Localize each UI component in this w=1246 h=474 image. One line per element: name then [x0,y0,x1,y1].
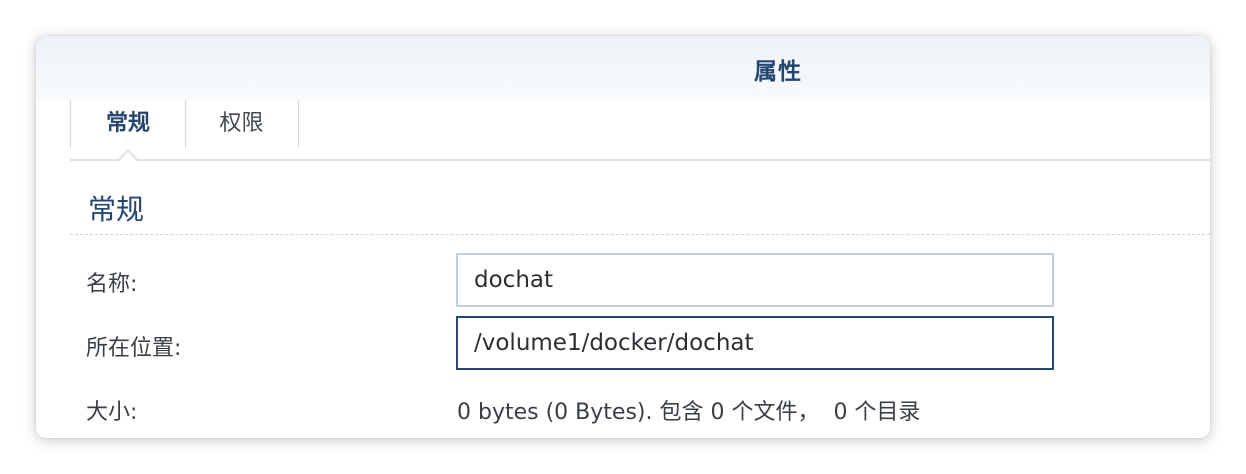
tab-general[interactable]: 常规 [70,100,186,148]
size-value: 0 bytes (0 Bytes). 包含 0 个文件， 0 个目录 [457,400,921,425]
section-divider [70,234,1210,235]
section-title: 常规 [88,193,145,226]
name-label: 名称: [86,272,138,297]
dialog-title: 属性 [754,59,802,85]
tab-divider [70,159,1210,161]
properties-dialog: 属性 常规 权限 常规 名称: 所在位置: 大小: 0 bytes (0 Byt… [36,36,1210,438]
location-label: 所在位置: [86,336,182,361]
size-label: 大小: [86,400,138,425]
title-bar[interactable]: 属性 [36,36,1210,100]
name-field[interactable] [456,253,1054,307]
location-field[interactable] [456,316,1054,370]
tab-permissions[interactable]: 权限 [185,100,299,148]
active-tab-indicator-inner [119,152,137,161]
